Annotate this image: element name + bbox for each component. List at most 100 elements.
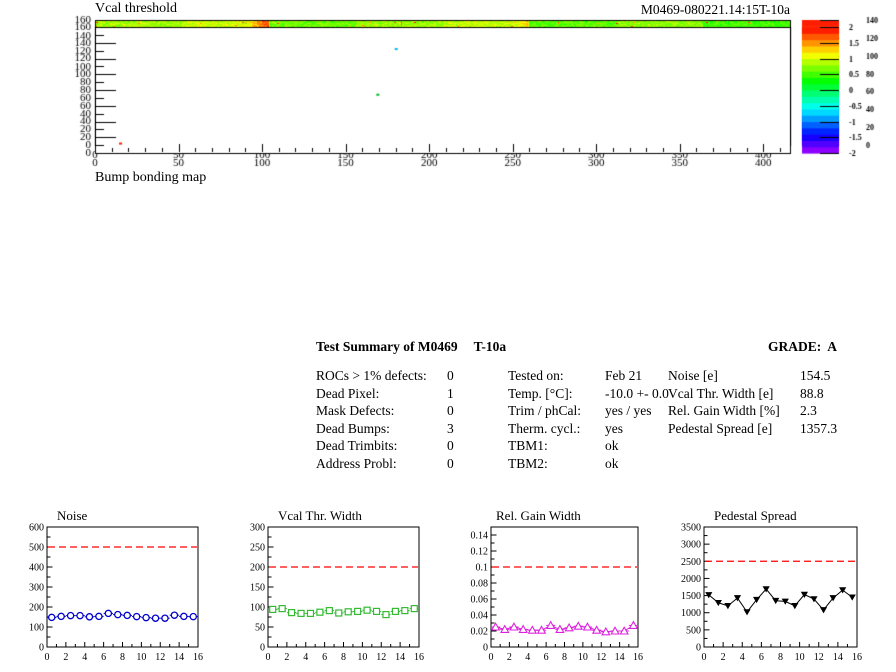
- summary-row: TBM2: ok: [508, 455, 678, 473]
- bump-bonding-heatmap: [0, 0, 896, 180]
- summary-title-text: Test Summary of M0469: [316, 339, 458, 354]
- svg-text:14: 14: [833, 652, 843, 663]
- svg-text:0: 0: [45, 652, 50, 663]
- svg-text:200: 200: [250, 563, 265, 574]
- gain-width-plot-title: Rel. Gain Width: [496, 508, 581, 523]
- per-roc-plots: 0 2 4 6 8 10 12 14 1601002003004005006000 2 4 6 8 10 1…: [29, 523, 862, 664]
- summary-row-label: Dead Bumps:: [316, 420, 390, 436]
- summary-row: Noise [e] 154.5: [668, 367, 883, 385]
- summary-row: Temp. [°C]: -10.0 +- 0.0: [508, 385, 678, 403]
- svg-text:12: 12: [376, 652, 386, 663]
- svg-text:0: 0: [696, 643, 701, 654]
- summary-row: Dead Bumps: 3: [316, 420, 506, 438]
- summary-row-label: Pedestal Spread [e]: [668, 420, 773, 436]
- svg-text:16: 16: [193, 652, 203, 663]
- summary-module-type: T-10a: [473, 339, 507, 354]
- summary-row-value: 1357.3: [800, 420, 838, 436]
- vcal-width-plot-title: Vcal Thr. Width: [278, 508, 362, 523]
- svg-text:14: 14: [615, 652, 625, 663]
- svg-text:2: 2: [507, 652, 512, 663]
- svg-text:14: 14: [395, 652, 405, 663]
- summary-row: Therm. cycl.: yes: [508, 420, 678, 438]
- summary-row: Tested on: Feb 21: [508, 367, 678, 385]
- summary-row-value: -10.0 +- 0.0: [605, 385, 669, 401]
- svg-text:8: 8: [120, 652, 125, 663]
- svg-text:12: 12: [814, 652, 824, 663]
- svg-text:100: 100: [29, 623, 44, 634]
- svg-text:8: 8: [562, 652, 567, 663]
- grade-label: GRADE: A: [768, 339, 838, 354]
- summary-row-label: ROCs > 1% defects:: [316, 368, 427, 383]
- svg-text:300: 300: [250, 523, 265, 534]
- summary-row: Trim / phCal: yes / yes: [508, 402, 678, 420]
- summary-row-label: Address Probl:: [316, 455, 397, 471]
- summary-results-column: Noise [e] 154.5 Vcal Thr. Width [e] 88.8 Rel…: [668, 367, 883, 437]
- svg-text:10: 10: [795, 652, 805, 663]
- svg-text:6: 6: [322, 652, 327, 663]
- summary-row-label: Mask Defects:: [316, 403, 395, 419]
- svg-text:0: 0: [489, 652, 494, 663]
- svg-text:6: 6: [759, 652, 764, 663]
- pedestal-plot-title: Pedestal Spread: [714, 508, 797, 523]
- summary-row-value: 88.8: [800, 385, 824, 401]
- module-run-label: M0469-080221.14:15T-10a: [640, 2, 790, 17]
- svg-text:0: 0: [483, 643, 488, 654]
- svg-text:4: 4: [82, 652, 87, 663]
- svg-text:0.02: 0.02: [471, 627, 489, 638]
- summary-row-label: Trim / phCal:: [508, 403, 582, 419]
- svg-text:250: 250: [250, 543, 265, 554]
- summary-row-value: 2.3: [800, 403, 817, 419]
- svg-text:3500: 3500: [681, 523, 701, 534]
- summary-row-value: yes: [605, 420, 623, 436]
- svg-text:6: 6: [544, 652, 549, 663]
- summary-title: Test Summary of M0469 T-10a: [316, 339, 506, 355]
- svg-text:10: 10: [357, 652, 367, 663]
- summary-row: Dead Trimbits: 0: [316, 437, 506, 455]
- summary-row: Address Probl: 0: [316, 455, 506, 473]
- summary-row-value: 3: [447, 420, 454, 436]
- summary-row-value: yes / yes: [605, 403, 652, 419]
- summary-row: Mask Defects: 0: [316, 402, 506, 420]
- svg-text:10: 10: [136, 652, 146, 663]
- summary-row-label: Temp. [°C]:: [508, 385, 573, 401]
- svg-text:3000: 3000: [681, 540, 701, 551]
- summary-row-value: 0: [447, 438, 454, 454]
- svg-text:0.12: 0.12: [471, 547, 489, 558]
- summary-row: Pedestal Spread [e] 1357.3: [668, 420, 883, 438]
- summary-row: Rel. Gain Width [%] 2.3: [668, 402, 883, 420]
- svg-text:500: 500: [686, 625, 701, 636]
- module-test-report: Vcal threshold M0469-080221.14:15T-10a B…: [0, 0, 896, 672]
- summary-defects-column: ROCs > 1% defects: 0 Dead Pixel: 1 Mask Defe…: [316, 367, 506, 473]
- summary-row-label: TBM1:: [508, 438, 548, 454]
- summary-row-label: Therm. cycl.:: [508, 420, 581, 436]
- svg-text:0: 0: [266, 652, 271, 663]
- summary-row-value: ok: [605, 438, 619, 454]
- svg-text:50: 50: [255, 623, 265, 634]
- summary-row-value: ok: [605, 455, 619, 471]
- summary-row: TBM1: ok: [508, 437, 678, 455]
- svg-text:0: 0: [39, 643, 44, 654]
- svg-text:1000: 1000: [681, 608, 701, 619]
- svg-text:6: 6: [101, 652, 106, 663]
- svg-text:2: 2: [721, 652, 726, 663]
- svg-text:12: 12: [596, 652, 606, 663]
- svg-text:300: 300: [29, 583, 44, 594]
- summary-row-value: 0: [447, 403, 454, 419]
- svg-text:0: 0: [702, 652, 707, 663]
- svg-text:0.08: 0.08: [471, 579, 489, 590]
- summary-row-value: Feb 21: [605, 368, 643, 383]
- bump-map-title: Bump bonding map: [95, 170, 207, 185]
- summary-row-label: Vcal Thr. Width [e]: [668, 385, 774, 401]
- svg-text:100: 100: [250, 603, 265, 614]
- svg-text:600: 600: [29, 523, 44, 534]
- summary-row-value: 0: [447, 455, 454, 471]
- summary-row-label: Tested on:: [508, 368, 564, 383]
- svg-text:0.04: 0.04: [471, 611, 489, 622]
- svg-text:14: 14: [174, 652, 184, 663]
- svg-text:500: 500: [29, 543, 44, 554]
- svg-text:0.1: 0.1: [476, 563, 489, 574]
- svg-text:16: 16: [852, 652, 862, 663]
- svg-text:4: 4: [740, 652, 745, 663]
- svg-text:2500: 2500: [681, 557, 701, 568]
- summary-conditions-column: Tested on: Feb 21 Temp. [°C]: -10.0 +- 0.0 T…: [508, 367, 678, 473]
